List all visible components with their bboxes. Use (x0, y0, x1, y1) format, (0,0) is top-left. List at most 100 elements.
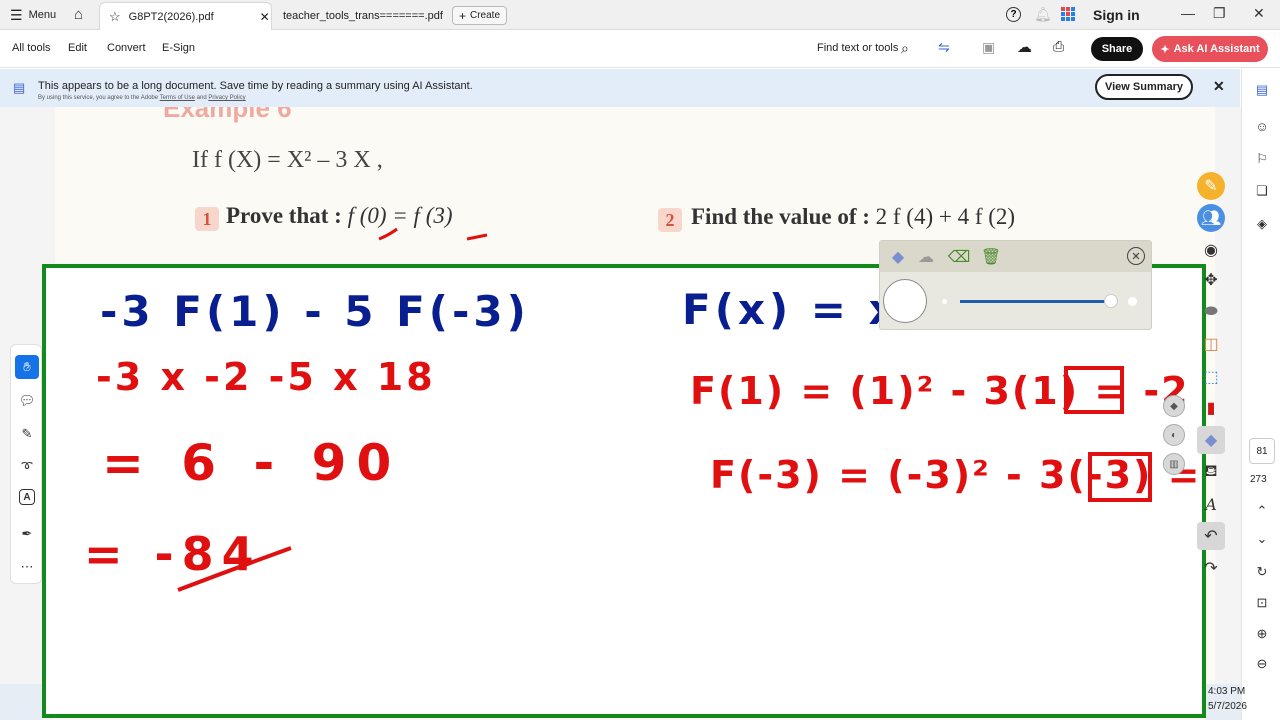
group-icon[interactable]: 👥︎ (1197, 204, 1225, 232)
restore-icon[interactable]: ❐ (1213, 5, 1226, 22)
eraser-icon[interactable]: ◆ (886, 245, 910, 269)
share-button[interactable]: Share (1091, 37, 1143, 61)
ask-ai-assistant-button[interactable]: ✦ Ask AI Assistant (1152, 36, 1268, 62)
layers-icon[interactable]: ◈ (1253, 215, 1271, 233)
sign-icon[interactable]: ✒ (15, 522, 39, 546)
bell-icon[interactable]: 🔔︎ (1034, 6, 1052, 23)
ink-line-2: -3 x -2 -5 x 18 (96, 355, 436, 399)
comment-icon[interactable]: ☺ (1253, 117, 1271, 135)
save-icon[interactable]: ▣ (982, 39, 995, 56)
chevron-up-icon[interactable]: ⌃ (1253, 502, 1271, 520)
cloud-eraser-icon[interactable]: ☁ (914, 245, 938, 269)
create-label: Create (470, 10, 501, 21)
copy-pages-icon[interactable]: ❏ (1253, 182, 1271, 200)
annotation-tool-strip: ✎ 👥︎ ◉ ✥ ⬬ ◫ ⬚ ▮ ◆ ⛾ A ↶ ↷ (1195, 170, 1227, 590)
example-heading: Example 6 (163, 107, 292, 123)
main-toolbar: All tools Edit Convert E-Sign Find text … (0, 30, 1280, 68)
check-marks (378, 227, 488, 241)
close-window-icon[interactable]: ✕ (1253, 5, 1265, 22)
ai-assistant-icon[interactable]: ▤ (1253, 81, 1271, 99)
page-number-input[interactable]: 81 (1249, 438, 1275, 464)
privacy-policy-link[interactable]: Privacy Policy (208, 95, 245, 101)
close-banner-icon[interactable]: ✕ (1213, 78, 1225, 95)
tab-active-document[interactable]: ☆ G8PT2(2026).pdf ✕ (99, 2, 272, 30)
taskbar-left-fragment (0, 684, 42, 720)
add-comment-icon[interactable]: 💬︎ (15, 389, 39, 413)
eraser-settings-panel: ◆ ☁ ⌫ 🗑︎ ✕ (879, 240, 1152, 330)
banner-legal-prefix: By using this service, you agree to the … (38, 95, 159, 101)
highlight-pen-icon[interactable]: ✎ (15, 422, 39, 446)
slider-thumb[interactable] (1104, 294, 1118, 308)
highlighter-icon[interactable]: ◆ (1197, 426, 1225, 454)
upload-cloud-icon[interactable]: ☁ (1017, 38, 1032, 56)
ink-fx: F(x) = x (682, 285, 900, 334)
eraser-large-option-icon[interactable]: ▥ (1163, 453, 1185, 475)
tab-bar: ☰ Menu ⌂ ☆ G8PT2(2026).pdf ✕ teacher_too… (0, 0, 1280, 30)
create-button[interactable]: + Create (452, 6, 507, 25)
view-summary-button[interactable]: View Summary (1095, 74, 1193, 100)
banner-legal: By using this service, you agree to the … (38, 95, 246, 101)
zoom-out-icon[interactable]: ⊖ (1253, 655, 1271, 673)
apps-grid-icon[interactable] (1061, 7, 1075, 21)
menu-button[interactable]: ☰ Menu (10, 0, 56, 30)
star-icon[interactable]: ☆ (109, 9, 121, 25)
terms-of-use-link[interactable]: Terms of Use (160, 95, 195, 101)
box-icon[interactable]: ◫ (1197, 330, 1225, 358)
select-arrow-icon[interactable]: ⬚ (1197, 363, 1225, 391)
print-icon[interactable]: ⎙ (1053, 38, 1064, 55)
undo-icon[interactable]: ↶ (1197, 522, 1225, 550)
ai-summary-banner: ▤ This appears to be a long document. Sa… (0, 69, 1240, 107)
menu-convert[interactable]: Convert (107, 42, 146, 54)
sign-in-link[interactable]: Sign in (1093, 7, 1140, 23)
home-icon[interactable]: ⌂ (74, 6, 83, 23)
redo-icon[interactable]: ↷ (1197, 554, 1225, 582)
draw-freehand-icon[interactable]: ➰︎ (15, 455, 39, 479)
text-tool-icon[interactable]: A (1197, 490, 1225, 518)
tab-label: G8PT2(2026).pdf (128, 10, 214, 23)
menu-edit[interactable]: Edit (68, 42, 87, 54)
pen-tool-icon[interactable]: ✎ (1197, 172, 1225, 200)
question-1-label: Prove that : (226, 203, 342, 228)
search-icon[interactable]: ⌕ (901, 40, 909, 57)
given-function: If f (X) = X² – 3 X , (192, 147, 383, 173)
text-box-icon[interactable]: A (19, 489, 35, 505)
ai-summary-icon: ▤ (13, 80, 26, 95)
refresh-icon[interactable]: ↻ (1253, 563, 1271, 581)
hand-tool-icon[interactable]: ✋︎ (15, 355, 39, 379)
menu-esign[interactable]: E-Sign (162, 42, 195, 54)
ink-line-1: -3 F(1) - 5 F(-3) (100, 287, 530, 336)
eraser-medium-option-icon[interactable]: ◐ (1163, 424, 1185, 446)
more-tools-icon[interactable]: ⋯ (15, 555, 39, 579)
size-min-dot (942, 299, 947, 304)
move-icon[interactable]: ✥ (1197, 266, 1225, 294)
eraser-size-slider[interactable] (960, 300, 1110, 303)
fill-bucket-icon[interactable]: ⛾ (1197, 458, 1225, 486)
eraser-size-preview (883, 279, 927, 323)
ai-label: Ask AI Assistant (1173, 43, 1260, 55)
screen-capture-icon[interactable]: ◉ (1197, 236, 1225, 264)
question-2-badge: 2 (658, 208, 682, 232)
bookmark-icon[interactable]: ⚐ (1253, 150, 1271, 168)
close-panel-icon[interactable]: ✕ (1127, 247, 1145, 265)
clear-ink-icon[interactable]: ⌫ (947, 245, 971, 269)
minimize-icon[interactable]: — (1181, 5, 1195, 21)
help-icon[interactable]: ? (1006, 7, 1021, 22)
banner-message: This appears to be a long document. Save… (38, 80, 473, 92)
tab-label: teacher_tools_trans=======.pdf (283, 10, 443, 22)
question-2: Find the value of : 2 f (4) + 4 f (2) (691, 204, 1015, 230)
eraser-small-option-icon[interactable]: ◆ (1163, 395, 1185, 417)
ai-sparkle-icon: ✦ (1160, 43, 1170, 56)
marker-icon[interactable]: ▮ (1197, 394, 1225, 422)
clock-time: 4:03 PM (1208, 686, 1246, 697)
menu-all-tools[interactable]: All tools (12, 42, 51, 54)
tab-second-document[interactable]: teacher_tools_trans=======.pdf (283, 2, 443, 30)
close-icon[interactable]: ✕ (260, 10, 270, 24)
zoom-in-icon[interactable]: ⊕ (1253, 625, 1271, 643)
whiteboard-overlay[interactable]: -3 F(1) - 5 F(-3) -3 x -2 -5 x 18 = 6 - … (42, 264, 1206, 718)
fit-page-icon[interactable]: ⊡ (1253, 594, 1271, 612)
find-text-tools[interactable]: Find text or tools (817, 42, 898, 54)
eraser-tool-icon[interactable]: ⬬ (1197, 298, 1225, 326)
chevron-down-icon[interactable]: ⌄ (1253, 530, 1271, 548)
compare-icon[interactable]: ⇋ (938, 39, 950, 56)
trash-icon[interactable]: 🗑︎ (979, 245, 1003, 269)
